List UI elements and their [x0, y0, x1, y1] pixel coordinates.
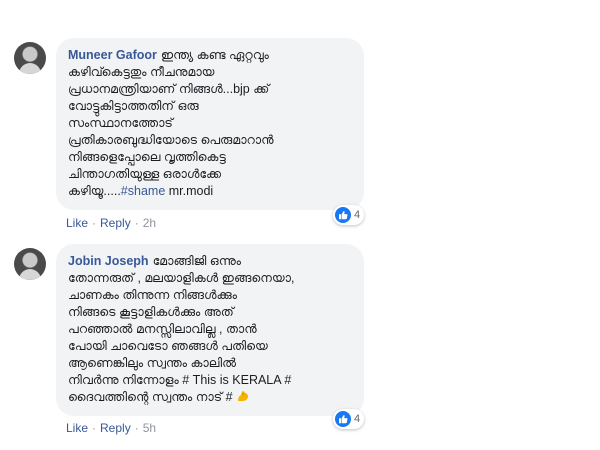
reaction-number: 4 [354, 413, 361, 425]
reply-link[interactable]: Reply [100, 216, 131, 230]
comment-line: കഴിവ്കെട്ടതും നീചനുമായ [68, 65, 215, 79]
separator: · [92, 216, 97, 230]
reaction-count[interactable]: 4 [333, 205, 365, 225]
comment-line: പ്രതികാരബുദ്ധിയോടെ പെരുമാറാൻ [68, 133, 274, 147]
comment-line: നിവർന്നു നിന്നോളം # This is KERALA # [68, 373, 292, 387]
like-icon [335, 411, 351, 427]
separator: · [134, 216, 139, 230]
comment-line: സംസ്ഥാനത്തോട് [68, 116, 173, 130]
comment-actions: Like · Reply · 2h [66, 216, 156, 230]
comment-line: വോട്ടുകിട്ടാത്തതിന് ഒരു [68, 99, 199, 113]
comment-line: പറഞ്ഞാൽ മനസ്സിലാവില്ല , താൻ [68, 322, 257, 336]
avatar[interactable] [14, 42, 46, 74]
reply-link[interactable]: Reply [100, 421, 131, 435]
comment-line: ചാണകം തിന്നുന്ന നിങ്ങൾക്കും [68, 288, 237, 302]
comment-line: നിങ്ങടെ കൂട്ടാളികൾക്കും അത് [68, 305, 234, 319]
timestamp[interactable]: 2h [143, 216, 156, 230]
comment-bubble: Jobin Joseph മോങ്ങിജി ഒന്നും തോന്നരുത് , … [56, 244, 364, 416]
avatar[interactable] [14, 248, 46, 280]
comment-line: പ്രധാനമന്ത്രിയാണ് നിങ്ങൾ...bjp ക്ക് [68, 82, 270, 96]
comment-author[interactable]: Jobin Joseph [68, 254, 149, 268]
comment-line: ആണെങ്കിലും സ്വന്തം കാലിൽ [68, 356, 237, 370]
comment-line: ചിന്താഗതിയുള്ള ഒരാൾക്കേ [68, 167, 222, 181]
reaction-count[interactable]: 4 [333, 409, 365, 429]
comment-line: Jobin Joseph മോങ്ങിജി ഒന്നും [68, 254, 241, 268]
comment-line: പോയി ചാവെടോ ഞങ്ങൾ പതിയെ [68, 339, 268, 353]
comment-bubble: Muneer Gafoor ഇന്ത്യ കണ്ട ഏറ്റവും കഴിവ്കെ… [56, 38, 364, 210]
comment-line: Muneer Gafoor ഇന്ത്യ കണ്ട ഏറ്റവും [68, 48, 269, 62]
hashtag-link[interactable]: #shame [121, 184, 165, 198]
separator: · [134, 421, 139, 435]
flexed-biceps-icon [238, 391, 249, 401]
like-link[interactable]: Like [66, 216, 88, 230]
timestamp[interactable]: 5h [143, 421, 156, 435]
comment-line: ദൈവത്തിന്റെ സ്വന്തം നാട് # [68, 389, 352, 406]
reaction-number: 4 [354, 209, 361, 221]
comment-author[interactable]: Muneer Gafoor [68, 48, 157, 62]
like-icon [335, 207, 351, 223]
comment-actions: Like · Reply · 5h [66, 421, 156, 435]
comment-line: കഴിയൂ.....#shame mr.modi [68, 184, 214, 198]
avatar-silhouette [19, 63, 41, 74]
like-link[interactable]: Like [66, 421, 88, 435]
avatar-silhouette [19, 269, 41, 280]
comment-line: നിങ്ങളെപ്പോലെ വൃത്തികെട്ട [68, 150, 226, 164]
separator: · [92, 421, 97, 435]
comment-line: തോന്നരുത് , മലയാളികൾ ഇങ്ങനെയാ, [68, 271, 295, 285]
